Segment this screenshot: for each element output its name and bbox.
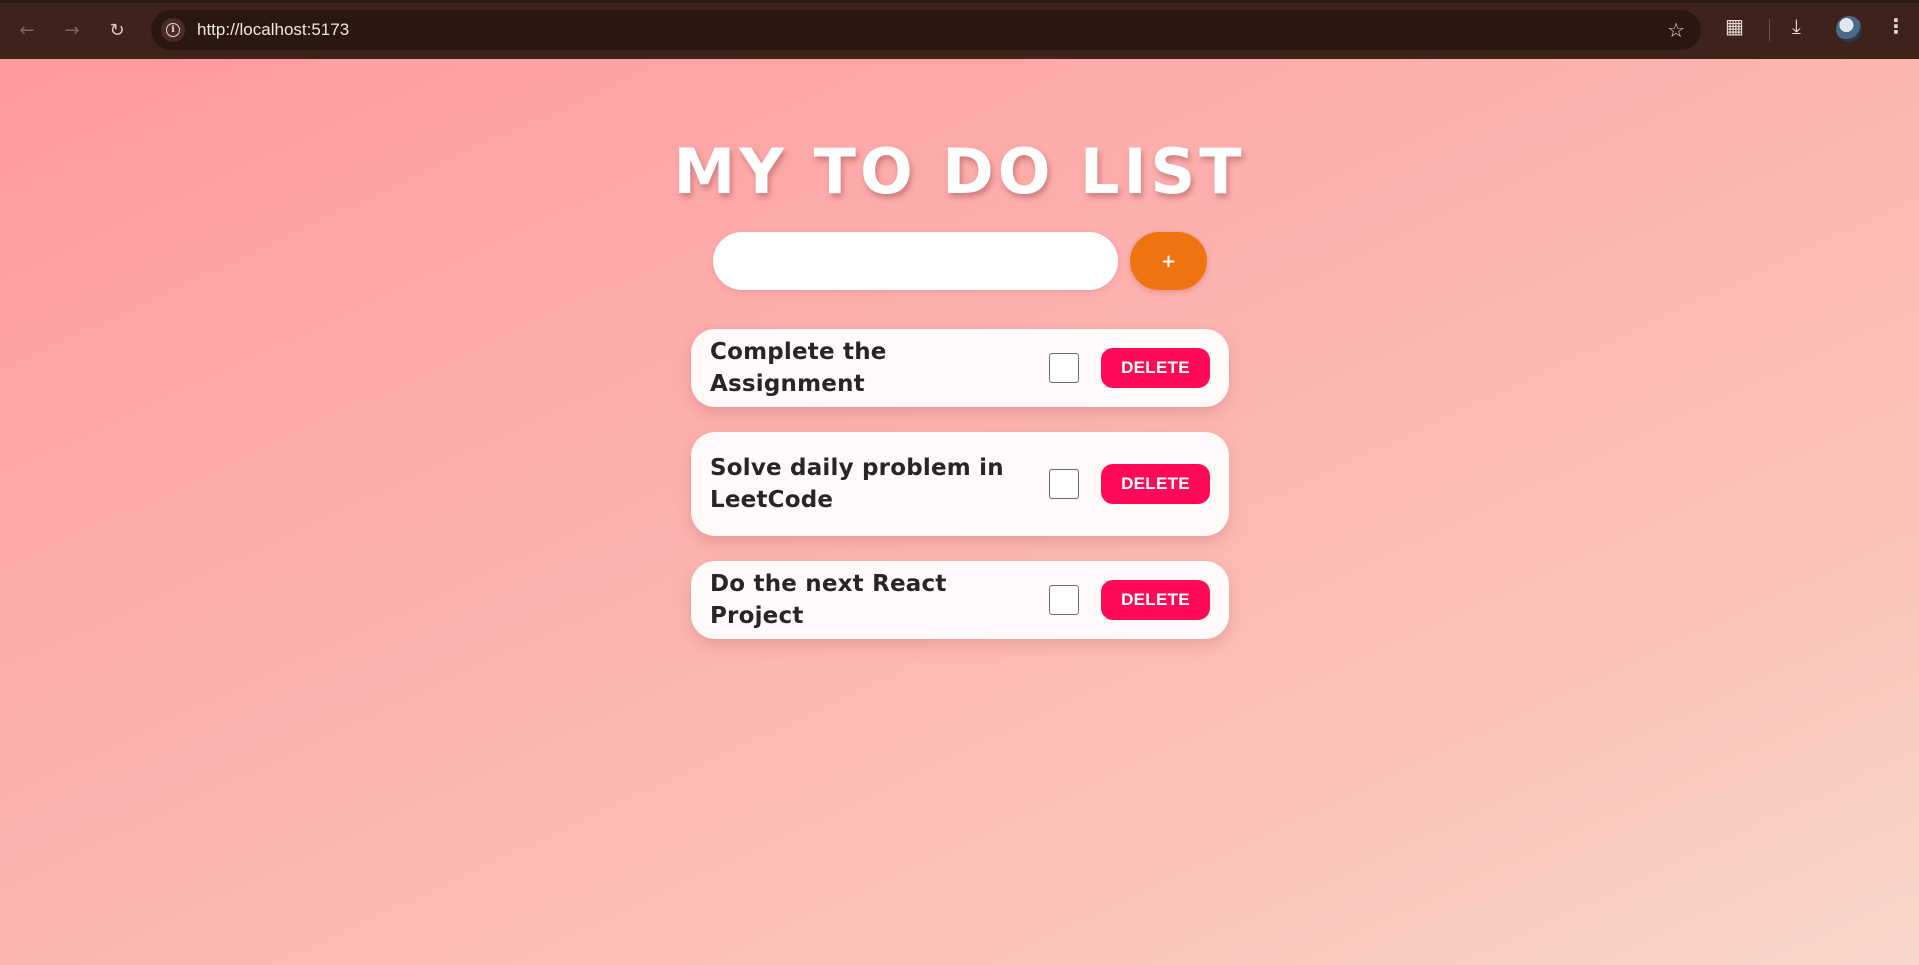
download-icon[interactable]: ⤓ (1792, 14, 1801, 38)
todo-text: Do the next React Project (710, 571, 947, 629)
todo-app-page: MY TO DO LIST + Complete the Assignment … (0, 59, 1919, 965)
todo-item: Solve daily problem in LeetCode DELETE (691, 432, 1229, 536)
arrow-left-icon: ← (19, 19, 35, 41)
delete-button[interactable]: DELETE (1101, 348, 1210, 388)
arrow-right-icon: → (64, 19, 80, 41)
reload-button[interactable]: ↻ (100, 13, 134, 47)
delete-button[interactable]: DELETE (1101, 580, 1210, 620)
todo-list: Complete the Assignment DELETE Solve dai… (691, 329, 1229, 639)
url-text[interactable]: http://localhost:5173 (197, 20, 349, 40)
page-title: MY TO DO LIST (673, 135, 1246, 208)
toolbar-divider (1769, 19, 1770, 41)
tab-strip-edge (0, 0, 1919, 3)
todo-item: Do the next React Project DELETE (691, 561, 1229, 639)
todo-checkbox[interactable] (1049, 353, 1079, 383)
todo-checkbox[interactable] (1049, 469, 1079, 499)
menu-dots-icon[interactable]: ⋮ (1886, 14, 1906, 38)
plus-icon: + (1160, 250, 1177, 272)
todo-item: Complete the Assignment DELETE (691, 329, 1229, 407)
reload-icon: ↻ (109, 19, 125, 41)
todo-checkbox[interactable] (1049, 585, 1079, 615)
add-todo-button[interactable]: + (1130, 232, 1207, 290)
address-bar[interactable]: i http://localhost:5173 ☆ (151, 10, 1701, 50)
site-info-button[interactable]: i (161, 18, 185, 42)
bookmark-star-icon[interactable]: ☆ (1667, 18, 1685, 42)
back-button[interactable]: ← (10, 13, 44, 47)
todo-text: Solve daily problem in LeetCode (710, 455, 1004, 513)
delete-button[interactable]: DELETE (1101, 464, 1210, 504)
info-icon: i (166, 23, 180, 37)
extensions-icon[interactable]: ▦ (1725, 14, 1744, 38)
profile-avatar[interactable] (1836, 16, 1862, 42)
new-todo-input[interactable] (713, 232, 1118, 290)
todo-text: Complete the Assignment (710, 339, 887, 397)
browser-toolbar: ← → ↻ i http://localhost:5173 ☆ ▦ ⤓ ⋮ (0, 0, 1919, 59)
forward-button[interactable]: → (55, 13, 89, 47)
